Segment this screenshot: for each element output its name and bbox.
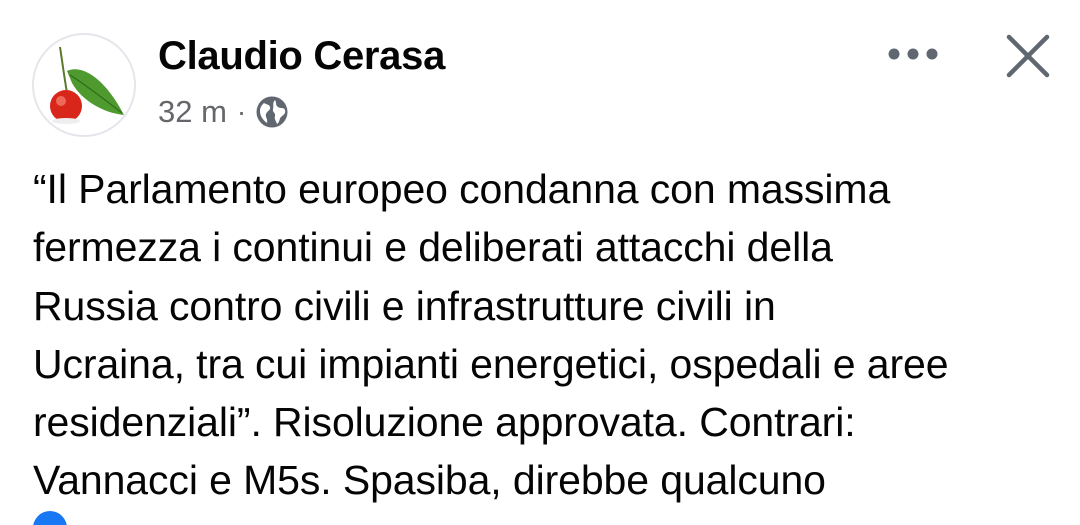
post-text-line: Russia contro civili e infrastrutture ci… bbox=[33, 282, 776, 329]
post-text: “Il Parlamento europeo condanna con mass… bbox=[33, 160, 1063, 510]
post-text-line: Vannacci e M5s. Spasiba, direbbe qualcun… bbox=[33, 457, 826, 504]
avatar[interactable] bbox=[32, 33, 136, 137]
like-reaction-icon bbox=[33, 511, 67, 525]
close-icon bbox=[1006, 34, 1050, 78]
facebook-post: Claudio Cerasa 32 m · “Il Parlamento eur… bbox=[0, 0, 1080, 525]
timestamp[interactable]: 32 m bbox=[158, 94, 227, 130]
post-text-line: Ucraina, tra cui impianti energetici, os… bbox=[33, 340, 949, 387]
separator: · bbox=[236, 96, 247, 127]
author-name[interactable]: Claudio Cerasa bbox=[158, 34, 445, 79]
close-button[interactable] bbox=[1000, 28, 1056, 84]
more-options-icon bbox=[888, 48, 938, 60]
post-text-line: residenziali”. Risoluzione approvata. Co… bbox=[33, 399, 856, 446]
globe-icon[interactable] bbox=[255, 95, 289, 129]
reactions-bar[interactable] bbox=[33, 508, 81, 525]
cherry-icon bbox=[34, 35, 134, 135]
post-text-line: “Il Parlamento europeo condanna con mass… bbox=[33, 166, 891, 212]
post-text-line: fermezza i continui e deliberati attacch… bbox=[33, 224, 833, 271]
post-meta: 32 m · bbox=[158, 92, 289, 132]
more-options-button[interactable] bbox=[882, 36, 944, 72]
